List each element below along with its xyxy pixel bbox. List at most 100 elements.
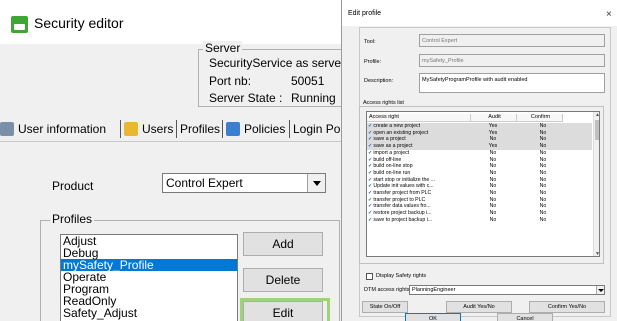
scroll-down-icon[interactable]: ▼ (595, 251, 599, 256)
tab-separator (120, 120, 121, 138)
tab-user-information[interactable]: User information (0, 118, 106, 140)
app-icon (11, 16, 28, 33)
state-toggle-button[interactable]: State On/Off (362, 301, 408, 313)
profiles-list[interactable]: Adjust Debug mySafety_Profile Operate Pr… (60, 234, 238, 321)
confirm-value: No (539, 149, 547, 156)
audit-value: No (489, 210, 497, 217)
access-rights-table[interactable]: Access right Audit Confirm create a new … (366, 111, 600, 257)
confirm-value: No (539, 163, 547, 170)
scrollbar[interactable]: ▲ ▼ (593, 112, 599, 256)
dtm-access-select[interactable]: PlanningEngineer (409, 285, 605, 295)
table-row[interactable]: start stop or initialize the ... No No (367, 177, 592, 184)
main-titlebar: Security editor (0, 0, 345, 44)
audit-value: No (489, 216, 497, 223)
access-right-name: build on-line run (368, 170, 465, 177)
confirm-value: No (539, 176, 547, 183)
audit-value: No (489, 163, 497, 170)
list-item[interactable]: Safety_Adjust (61, 307, 237, 319)
confirm-value: No (539, 123, 547, 129)
user-info-icon (0, 122, 14, 136)
tab-label: Login Poli (293, 122, 345, 136)
table-row[interactable]: save as a project Yes No (367, 143, 592, 150)
product-value: Control Expert (166, 176, 243, 190)
tab-users[interactable]: Users (124, 118, 173, 140)
tab-label: Profiles (180, 122, 221, 136)
access-right-name: transfer data values fro... (368, 203, 465, 210)
access-right-name: Update init values with c... (368, 183, 465, 190)
table-row[interactable]: transfer data values fro... No No (367, 203, 592, 210)
profile-label: Profile: (364, 59, 382, 65)
tab-login-policies[interactable]: Login Poli (293, 118, 345, 140)
audit-value: No (489, 169, 497, 176)
table-row[interactable]: restore project backup i... No No (367, 210, 592, 217)
confirm-value: No (539, 190, 547, 196)
confirm-value: No (539, 183, 547, 190)
tab-separator (289, 120, 290, 138)
table-row[interactable]: build off-line No No (367, 157, 592, 164)
confirm-toggle-button[interactable]: Confirm Yes/No (529, 301, 605, 313)
table-row[interactable]: import a project No No (367, 150, 592, 157)
audit-value: No (489, 176, 497, 183)
table-row[interactable]: build on-line run No No (367, 170, 592, 177)
ok-button[interactable]: OK (405, 313, 461, 321)
table-row[interactable]: transfer project to PLC No No (367, 197, 592, 204)
close-icon[interactable]: × (606, 9, 612, 20)
tab-label: Policies (244, 122, 286, 136)
audit-value: No (489, 190, 497, 196)
tool-label: Tool: (364, 39, 376, 45)
scrollbar-thumb[interactable] (595, 120, 599, 140)
access-right-name: build on-line stop (368, 163, 465, 170)
audit-value: Yes (488, 129, 498, 136)
access-rights-legend: Access rights list (362, 100, 405, 106)
profiles-legend: Profiles (50, 212, 95, 226)
confirm-value: No (539, 156, 547, 163)
confirm-value: No (539, 169, 547, 176)
display-safety-checkbox[interactable] (366, 273, 373, 280)
access-right-name: save a project (368, 136, 465, 143)
server-legend: Server (203, 41, 243, 55)
column-header-access-right[interactable]: Access right (367, 114, 471, 122)
table-row[interactable]: build on-line stop No No (367, 163, 592, 170)
confirm-value: No (539, 196, 547, 203)
delete-button[interactable]: Delete (243, 268, 323, 292)
column-header-confirm[interactable]: Confirm (517, 114, 563, 122)
app-title: Security editor (34, 15, 124, 31)
tab-policies[interactable]: Policies (226, 118, 285, 140)
access-right-name: save as a project (368, 143, 465, 150)
table-row[interactable]: create a new project Yes No (367, 123, 592, 130)
server-name: SecurityService as server (209, 56, 345, 70)
access-right-name: transfer project from PLC (368, 190, 465, 197)
product-select[interactable]: Control Expert (162, 173, 326, 193)
table-row[interactable]: open an existing project Yes No (367, 129, 592, 137)
access-right-name: transfer project to PLC (368, 197, 465, 204)
display-safety-label: Display Safety rights (376, 273, 427, 279)
cancel-button[interactable]: Cancel (497, 313, 553, 321)
access-right-name: restore project backup i... (368, 210, 465, 217)
access-right-name: create a new project (368, 123, 465, 130)
access-right-name: build off-line (368, 157, 465, 164)
confirm-value: No (539, 210, 547, 217)
confirm-value: No (539, 136, 547, 143)
tab-profiles[interactable]: Profiles (180, 118, 220, 140)
edit-button[interactable]: Edit (243, 301, 323, 321)
chevron-down-icon[interactable] (307, 174, 325, 192)
product-label: Product (52, 179, 94, 193)
dialog-titlebar: Edit profile × (342, 0, 617, 26)
audit-toggle-button[interactable]: Audit Yes/No (446, 301, 512, 313)
chevron-down-icon[interactable] (596, 286, 604, 294)
dtm-label: DTM access rights: (364, 287, 412, 293)
scroll-up-icon[interactable]: ▲ (595, 112, 599, 118)
description-input[interactable]: MySafetyProgramProfile with audit enable… (419, 73, 605, 93)
table-row[interactable]: save to project backup i... No No (367, 217, 592, 224)
add-button[interactable]: Add (243, 232, 323, 256)
policies-icon (226, 122, 240, 136)
table-row[interactable]: save a project No No (367, 136, 592, 144)
access-right-name: import a project (368, 150, 465, 157)
table-row[interactable]: Update init values with c... No No (367, 183, 592, 190)
confirm-value: No (539, 143, 547, 150)
confirm-value: No (539, 216, 547, 223)
column-header-audit[interactable]: Audit (471, 114, 517, 122)
access-right-name: start stop or initialize the ... (368, 177, 465, 184)
table-row[interactable]: transfer project from PLC No No (367, 190, 592, 197)
confirm-value: No (539, 203, 547, 210)
